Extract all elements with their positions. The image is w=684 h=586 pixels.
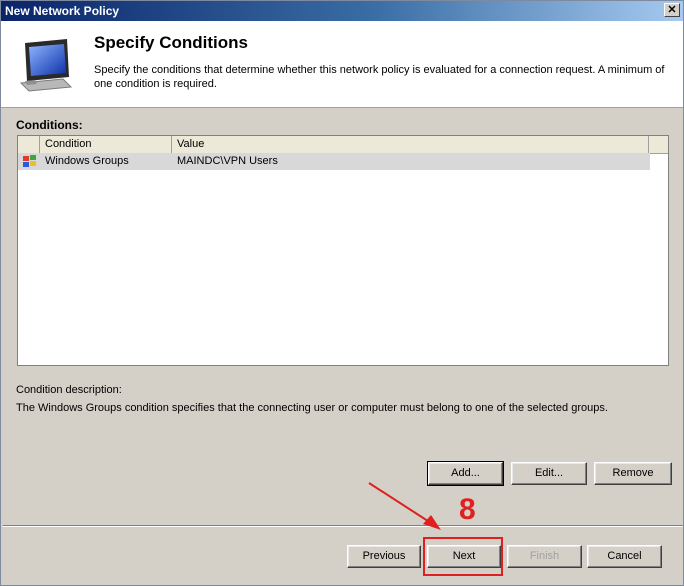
row-value: MAINDC\VPN Users xyxy=(177,155,278,167)
conditions-label: Conditions: xyxy=(16,118,83,132)
windows-groups-icon xyxy=(23,155,36,167)
edit-button[interactable]: Edit... xyxy=(511,462,587,485)
previous-button[interactable]: Previous xyxy=(347,545,421,568)
new-network-policy-dialog: New Network Policy ✕ Specify Conditions … xyxy=(0,0,684,586)
close-button[interactable]: ✕ xyxy=(664,3,680,17)
pointer-arrow-icon xyxy=(368,482,441,530)
condition-description-label: Condition description: xyxy=(16,384,122,396)
page-title: Specify Conditions xyxy=(94,33,248,52)
finish-button: Finish xyxy=(507,545,582,568)
table-row[interactable]: Windows Groups MAINDC\VPN Users xyxy=(18,153,650,170)
button-separator xyxy=(3,525,683,527)
cancel-button[interactable]: Cancel xyxy=(587,545,662,568)
remove-button[interactable]: Remove xyxy=(594,462,672,485)
title-bar: New Network Policy ✕ xyxy=(1,1,683,21)
next-highlight-box xyxy=(423,537,503,576)
column-header-condition[interactable]: Condition xyxy=(40,136,172,153)
row-condition: Windows Groups xyxy=(45,155,129,167)
page-description: Specify the conditions that determine wh… xyxy=(94,64,665,90)
conditions-list[interactable]: Condition Value Windows Groups MAINDC\VP… xyxy=(17,135,669,366)
step-number-label: 8 xyxy=(459,493,476,526)
list-header: Condition Value xyxy=(18,136,668,154)
condition-description-text: The Windows Groups condition specifies t… xyxy=(16,402,608,414)
monitor-icon xyxy=(19,39,73,92)
column-header-value[interactable]: Value xyxy=(172,136,649,153)
icon-column-header[interactable] xyxy=(18,136,40,153)
wizard-header: Specify Conditions Specify the condition… xyxy=(1,21,683,108)
window-title: New Network Policy xyxy=(5,4,120,18)
